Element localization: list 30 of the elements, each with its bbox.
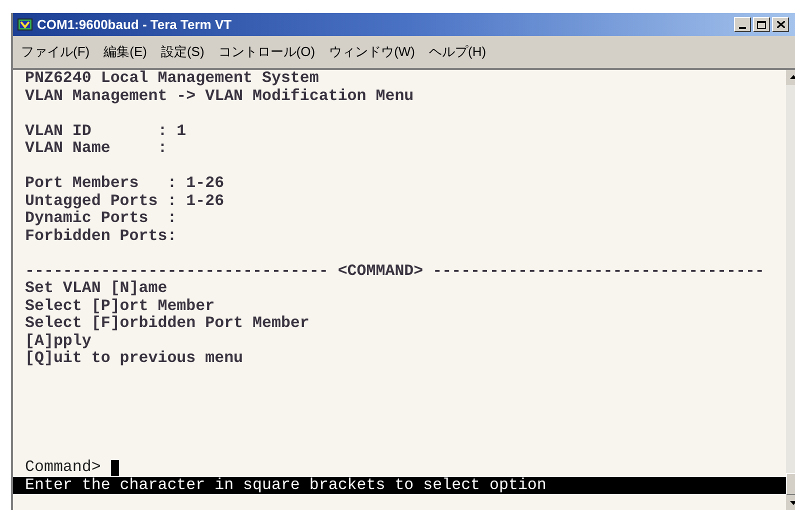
terminal-line: [A]pply [25, 332, 92, 350]
terminal-line: Forbidden Ports: [25, 228, 177, 245]
command-prompt: Command> [25, 459, 101, 476]
menu-item[interactable]: 設定(S) [160, 42, 204, 62]
terminal-line: VLAN Management -> VLAN Modification Menu [25, 88, 414, 105]
terminal-line: VLAN Name : [25, 140, 168, 158]
menu-item[interactable]: コントロール(O) [218, 42, 316, 62]
close-button[interactable] [772, 17, 789, 32]
minimize-icon [739, 27, 746, 29]
terminal-line: -------------------------------- <COMMAND> ----------------------------------- [25, 262, 764, 280]
terminal-line: VLAN ID : 1 [25, 122, 186, 140]
minimize-button[interactable] [734, 17, 751, 32]
maximize-button[interactable] [753, 17, 770, 32]
terminal-line: Set VLAN [N]ame [25, 280, 168, 298]
menu-item[interactable]: 編集(E) [104, 42, 147, 62]
terminal-line: [Q]uit to previous menu [25, 350, 244, 368]
terminal-app-icon [17, 16, 33, 32]
window-title: COM1:9600baud - Tera Term VT [37, 16, 232, 34]
terminal-line: Dynamic Ports : [25, 210, 177, 228]
terminal-line: Port Members : 1-26 [25, 175, 224, 192]
text-cursor [110, 460, 119, 476]
menu-item[interactable]: ヘルプ(H) [429, 42, 486, 62]
maximize-icon [757, 20, 766, 28]
terminal-line: Select [P]ort Member [25, 298, 215, 315]
close-icon [776, 21, 784, 28]
menu-item[interactable]: ファイル(F) [21, 42, 90, 62]
terminal-line: PNZ6240 Local Management System [25, 70, 319, 88]
terminal-line: Untagged Ports : 1-26 [25, 192, 224, 210]
terminal-line: Select [F]orbidden Port Member [25, 315, 310, 332]
menu-item[interactable]: ウィンドウ(W) [329, 42, 416, 62]
